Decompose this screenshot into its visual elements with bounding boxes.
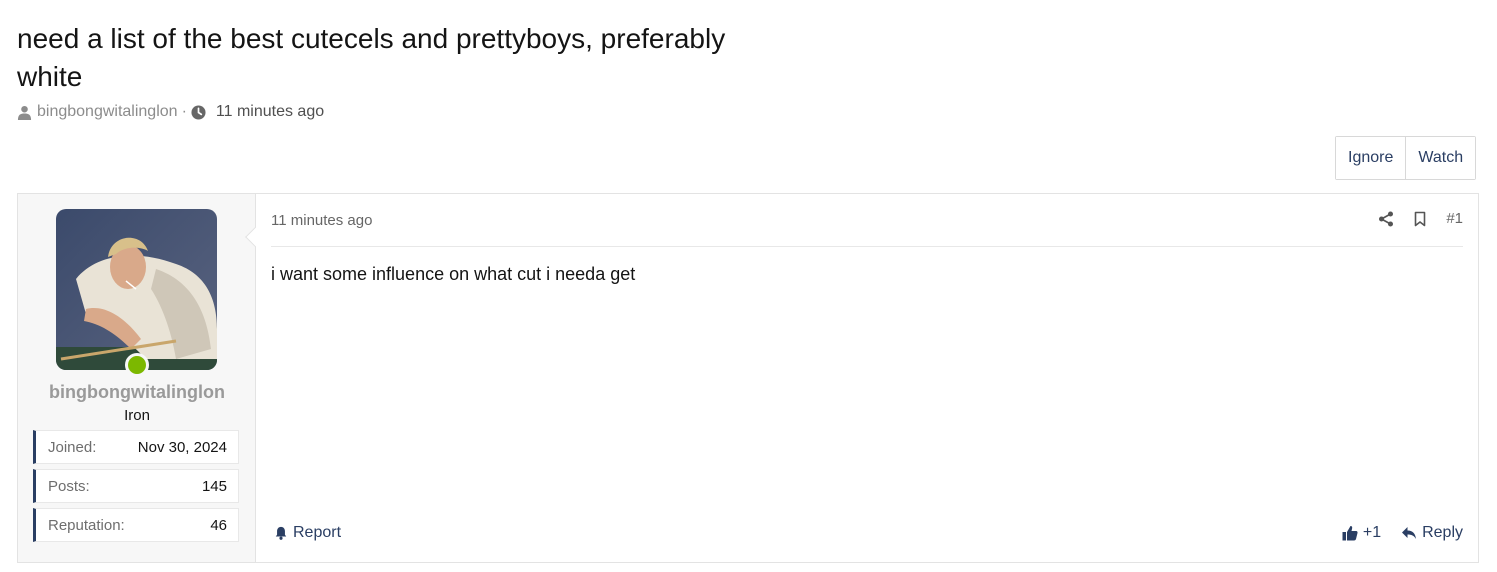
stat-label: Reputation: xyxy=(48,516,125,534)
post-top-actions: #1 xyxy=(1378,210,1463,227)
post-username[interactable]: bingbongwitalinglon xyxy=(18,382,256,403)
user-stat-joined: Joined: Nov 30, 2024 xyxy=(33,430,239,464)
reply-label: Reply xyxy=(1422,524,1463,541)
thread-time[interactable]: 11 minutes ago xyxy=(216,103,324,121)
avatar-image xyxy=(56,209,217,370)
thumbs-up-icon xyxy=(1342,526,1358,541)
user-icon xyxy=(17,105,32,120)
reply-button[interactable]: Reply xyxy=(1401,524,1463,542)
user-rank-title: Iron xyxy=(124,407,150,424)
post-number-link[interactable]: #1 xyxy=(1446,210,1463,227)
post-content: 11 minutes ago #1 i want some influence … xyxy=(256,194,1478,562)
stat-label: Posts: xyxy=(48,477,90,495)
ignore-button[interactable]: Ignore xyxy=(1336,137,1406,179)
meta-separator: · xyxy=(181,103,187,120)
reply-icon xyxy=(1402,527,1417,539)
user-stat-reputation: Reputation: 46 xyxy=(33,508,239,542)
stat-value: 145 xyxy=(201,477,227,495)
post-user-panel: bingbongwitalinglon Iron Joined: Nov 30,… xyxy=(18,194,256,562)
like-button[interactable]: +1 xyxy=(1342,524,1381,542)
post-time[interactable]: 11 minutes ago xyxy=(271,212,372,229)
share-icon[interactable] xyxy=(1378,211,1394,227)
bell-icon xyxy=(275,526,287,540)
post-footer-actions: +1 Reply xyxy=(1342,524,1463,542)
post-divider xyxy=(271,246,1463,247)
stat-label: Joined: xyxy=(48,438,97,456)
like-count: +1 xyxy=(1362,524,1382,541)
post-body: i want some influence on what cut i need… xyxy=(271,264,636,284)
thread-meta: bingbongwitalinglon · 11 minutes ago xyxy=(17,102,324,122)
user-stat-posts: Posts: 145 xyxy=(33,469,239,503)
bookmark-icon[interactable] xyxy=(1412,211,1428,227)
post: bingbongwitalinglon Iron Joined: Nov 30,… xyxy=(17,193,1479,563)
thread-action-buttons: Ignore Watch xyxy=(1335,136,1477,180)
report-label: Report xyxy=(293,524,342,541)
stat-value: Nov 30, 2024 xyxy=(137,438,227,456)
thread-title: need a list of the best cutecels and pre… xyxy=(17,23,726,92)
stat-value: 46 xyxy=(210,516,227,534)
thread-author-link[interactable]: bingbongwitalinglon xyxy=(37,103,178,121)
report-button[interactable]: Report xyxy=(274,524,341,542)
watch-button[interactable]: Watch xyxy=(1405,137,1476,179)
online-status-indicator xyxy=(125,353,149,377)
avatar[interactable] xyxy=(56,209,217,370)
clock-icon xyxy=(191,104,206,120)
